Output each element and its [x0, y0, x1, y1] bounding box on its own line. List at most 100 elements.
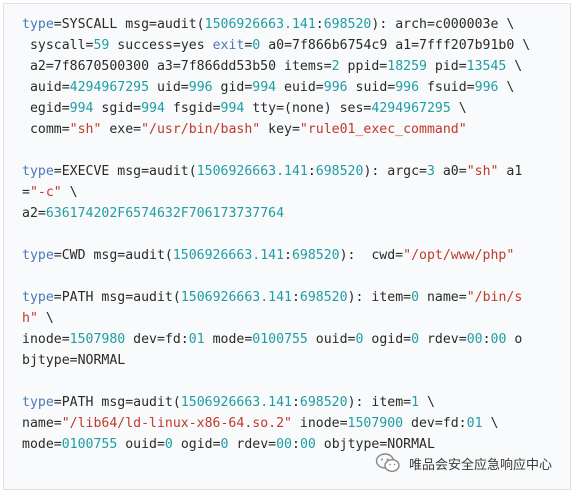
code-token: a2=7f8670500300 a3=7f866dd53b50 items= — [22, 59, 332, 74]
code-token: ouid= — [307, 332, 356, 347]
code-token: fsgid= — [164, 101, 221, 116]
audit-log-code: type=SYSCALL msg=audit(1506926663.141:69… — [22, 14, 530, 455]
code-token: = — [22, 185, 30, 200]
code-token: 2 — [331, 59, 340, 74]
code-token: a0=7f866b6754c9 a1=7fff207b91b0 \ — [260, 38, 531, 53]
code-token: mode= — [22, 437, 62, 452]
code-token: type — [22, 290, 54, 305]
code-line: auid=4294967295 uid=996 gid=994 euid=996… — [22, 77, 530, 98]
code-line: type=CWD msg=audit(1506926663.141:698520… — [22, 245, 530, 266]
code-token: inode= — [22, 332, 70, 347]
code-token: ): item= — [347, 290, 412, 305]
code-token: ): item= — [347, 395, 412, 410]
code-token: ppid= — [339, 59, 388, 74]
code-line: bjtype=NORMAL — [22, 350, 530, 371]
code-token: ouid= — [117, 437, 165, 452]
code-token: 636174202F6574632F706173737764 — [45, 206, 285, 221]
code-token: \ — [419, 395, 435, 410]
code-token: 994 — [141, 101, 165, 116]
code-token: "-c" — [29, 185, 62, 200]
code-token: success=yes — [109, 38, 213, 53]
code-token: ): argc= — [363, 164, 427, 179]
code-token: =SYSCALL msg=audit( — [53, 17, 205, 32]
code-token: 4294967295 — [371, 101, 451, 116]
code-token: : — [291, 290, 300, 305]
code-token: 00 — [466, 332, 483, 347]
code-token: type — [22, 164, 54, 179]
code-token: type — [22, 248, 54, 263]
code-line: comm="sh" exe="/usr/bin/bash" key="rule0… — [22, 119, 530, 140]
code-token: "rule01_exec_command" — [299, 122, 467, 137]
code-token: 1 — [411, 395, 420, 410]
code-line: a2=7f8670500300 a3=7f866dd53b50 items=2 … — [22, 56, 530, 77]
code-token: syscall= — [22, 38, 94, 53]
code-token: : — [284, 248, 292, 263]
code-token: 1506926663.141 — [196, 164, 308, 179]
code-token: 13545 — [466, 59, 507, 74]
code-token: a1 — [498, 164, 523, 179]
code-token: 1507900 — [347, 416, 404, 431]
code-token: "/bin/s — [466, 290, 523, 305]
code-token: "/lib64/ld-linux-x86-64.so.2" — [61, 416, 292, 431]
code-token: name= — [22, 416, 62, 431]
code-token: 698520 — [299, 395, 348, 410]
code-token: =PATH msg=audit( — [53, 290, 181, 305]
code-token: pid= — [426, 59, 467, 74]
code-token: "sh" — [69, 122, 102, 137]
code-token: euid= — [276, 80, 324, 95]
code-token: ogid= — [363, 332, 412, 347]
code-token: \ — [61, 185, 78, 200]
code-token: "/opt/www/php" — [403, 248, 515, 263]
code-token: gid= — [212, 80, 253, 95]
code-token: 01 — [466, 416, 483, 431]
code-token: rdev= — [419, 332, 467, 347]
watermark-text: 唯品会安全应急响应中心 — [409, 457, 553, 473]
watermark: 唯品会安全应急响应中心 — [375, 452, 552, 474]
code-token: comm= — [22, 122, 70, 137]
code-token: 18259 — [387, 59, 427, 74]
code-token: 1506926663.141 — [204, 17, 316, 32]
code-token: : — [291, 395, 300, 410]
wechat-logo-icon — [375, 453, 400, 473]
code-token: =CWD msg=audit( — [53, 248, 173, 263]
code-token: exe= — [101, 122, 142, 137]
code-token: "/usr/bin/bash" — [141, 122, 261, 137]
code-token: auid= — [22, 80, 70, 95]
code-token: 59 — [93, 38, 110, 53]
code-token: bjtype=NORMAL — [22, 353, 126, 368]
code-token: 1506926663.141 — [172, 248, 285, 263]
code-token: 698520 — [299, 290, 348, 305]
code-token: =EXECVE msg=audit( — [53, 164, 197, 179]
code-token: 4294967295 — [69, 80, 150, 95]
code-token: inode= — [291, 416, 348, 431]
code-token: key= — [260, 122, 300, 137]
code-token: 1506926663.141 — [180, 290, 292, 305]
code-token: 698520 — [323, 17, 372, 32]
code-token: exit — [212, 38, 245, 53]
code-token: \ — [37, 311, 54, 326]
code-token: o — [506, 332, 523, 347]
code-line: type=PATH msg=audit(1506926663.141:69852… — [22, 287, 530, 308]
code-token: 994 — [252, 80, 277, 95]
code-token: ): cwd= — [339, 248, 404, 263]
code-token: name= — [419, 290, 467, 305]
code-token: 996 — [323, 80, 348, 95]
code-token: a2= — [22, 206, 46, 221]
code-token: fsuid= — [419, 80, 475, 95]
code-line: inode=1507980 dev=fd:01 mode=0100755 oui… — [22, 329, 530, 350]
code-token: 698520 — [291, 248, 340, 263]
code-token: suid= — [347, 80, 396, 95]
code-token: sgid= — [93, 101, 142, 116]
code-token: : — [292, 437, 300, 452]
code-token: a0= — [434, 164, 467, 179]
code-token: uid= — [149, 80, 189, 95]
code-token: ): arch=c000003e \ — [371, 17, 515, 32]
code-line: egid=994 sgid=994 fsgid=994 tty=(none) s… — [22, 98, 530, 119]
code-token: 00 — [276, 437, 292, 452]
code-token: 698520 — [315, 164, 364, 179]
code-line: type=SYSCALL msg=audit(1506926663.141:69… — [22, 14, 530, 35]
